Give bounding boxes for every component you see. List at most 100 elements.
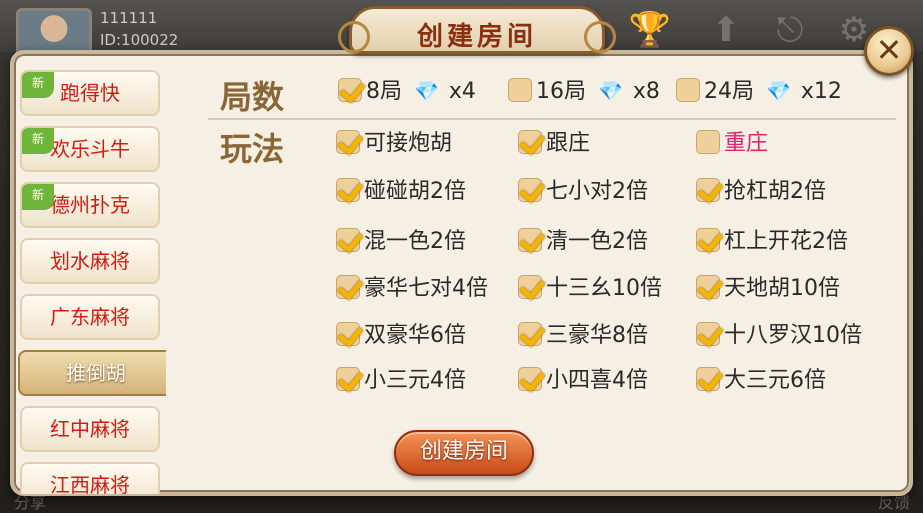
play-option-genzhuang[interactable]: 跟庄: [518, 129, 590, 159]
rounds-option-cost: x4: [448, 79, 476, 104]
play-option-label: 三豪华8倍: [546, 323, 648, 348]
checkbox-checked-icon: [338, 78, 362, 102]
new-badge: 新: [22, 128, 54, 154]
rounds-option-label: 24局: [704, 79, 754, 104]
close-icon: ✕: [875, 31, 903, 69]
checkbox-checked-icon: [336, 322, 360, 346]
play-option-label: 天地胡10倍: [724, 276, 840, 301]
checkbox-checked-icon: [336, 130, 360, 154]
diamond-icon: 💎: [598, 79, 623, 103]
new-badge: 新: [22, 72, 54, 98]
checkbox-checked-icon: [696, 322, 720, 346]
checkbox-checked-icon: [518, 130, 542, 154]
checkbox-checked-icon: [696, 275, 720, 299]
play-option-xiaosixi[interactable]: 小四喜4倍: [518, 366, 648, 396]
sidebar-item-label: 划水麻将: [50, 249, 130, 273]
play-option-shisanyao[interactable]: 十三幺10倍: [518, 274, 662, 304]
play-option-label: 小三元4倍: [364, 368, 466, 393]
sidebar-item-label: 推倒胡: [66, 361, 126, 385]
play-option-label: 抢杠胡2倍: [724, 179, 826, 204]
play-option-qiangganghu[interactable]: 抢杠胡2倍: [696, 177, 826, 207]
dialog-title-banner: 创建房间: [338, 6, 616, 54]
sidebar-item-hongzhong-mahjong[interactable]: 红中麻将: [20, 406, 160, 452]
play-option-label: 豪华七对4倍: [364, 276, 488, 301]
close-button[interactable]: ✕: [864, 26, 914, 76]
rounds-option-label: 16局: [536, 79, 586, 104]
rounds-option-24[interactable]: 24局 💎 x12: [676, 76, 842, 106]
checkbox-checked-icon: [696, 178, 720, 202]
sidebar-item-label: 广东麻将: [50, 305, 130, 329]
rounds-option-label: 8局: [366, 79, 402, 104]
play-option-tiandihu[interactable]: 天地胡10倍: [696, 274, 840, 304]
checkbox-unchecked-icon: [696, 130, 720, 154]
diamond-icon: 💎: [414, 79, 439, 103]
sidebar-item-paodekuai[interactable]: 跑得快 新: [20, 70, 160, 116]
user-name: 111111: [100, 9, 158, 27]
play-rules-label: 玩法: [220, 130, 285, 168]
play-option-jiepaohu[interactable]: 可接炮胡: [336, 129, 452, 159]
exit-icon[interactable]: ⎋: [768, 10, 812, 50]
trophy-icon[interactable]: 🏆: [628, 10, 672, 50]
sidebar-item-huashui-mahjong[interactable]: 划水麻将: [20, 238, 160, 284]
play-option-haohua-qidui[interactable]: 豪华七对4倍: [336, 274, 488, 304]
play-option-qingyise[interactable]: 清一色2倍: [518, 227, 648, 257]
sidebar-item-huanle-douniu[interactable]: 欢乐斗牛 新: [20, 126, 160, 172]
play-option-label: 双豪华6倍: [364, 323, 466, 348]
sidebar-item-texas-poker[interactable]: 德州扑克 新: [20, 182, 160, 228]
checkbox-checked-icon: [518, 367, 542, 391]
play-option-gangshangkaihua[interactable]: 杠上开花2倍: [696, 227, 848, 257]
play-option-label: 混一色2倍: [364, 229, 466, 254]
play-option-shuanghaohua[interactable]: 双豪华6倍: [336, 321, 466, 351]
rounds-option-16[interactable]: 16局 💎 x8: [508, 76, 660, 106]
rounds-option-cost: x8: [632, 79, 660, 104]
share-arrow-icon[interactable]: ⬆: [704, 10, 748, 50]
scroll-fade: [330, 402, 890, 418]
play-option-label: 重庄: [724, 131, 769, 156]
sidebar-item-tuidaohu[interactable]: 推倒胡: [18, 350, 166, 396]
checkbox-checked-icon: [336, 228, 360, 252]
checkbox-unchecked-icon: [508, 78, 532, 102]
rounds-label: 局数: [220, 78, 285, 116]
rounds-option-cost: x12: [800, 79, 842, 104]
play-option-shiba-luohan[interactable]: 十八罗汉10倍: [696, 321, 862, 351]
create-room-button[interactable]: 创建房间: [394, 430, 534, 476]
play-option-label: 碰碰胡2倍: [364, 179, 466, 204]
sidebar-item-jiangxi-mahjong[interactable]: 江西麻将: [20, 462, 160, 494]
checkbox-checked-icon: [518, 228, 542, 252]
play-option-label: 可接炮胡: [364, 131, 453, 156]
checkbox-checked-icon: [518, 178, 542, 202]
checkbox-checked-icon: [696, 367, 720, 391]
play-option-hunyise[interactable]: 混一色2倍: [336, 227, 466, 257]
new-badge: 新: [22, 184, 54, 210]
play-option-xiaosanyuan[interactable]: 小三元4倍: [336, 366, 466, 396]
play-option-label: 七小对2倍: [546, 179, 648, 204]
game-type-sidebar: 跑得快 新 欢乐斗牛 新 德州扑克 新 划水麻将 广东麻将 推倒胡 红中麻将 江…: [14, 64, 166, 494]
play-option-label: 杠上开花2倍: [724, 229, 848, 254]
sidebar-item-label: 跑得快: [60, 81, 120, 105]
play-option-label: 小四喜4倍: [546, 368, 648, 393]
sidebar-item-label: 红中麻将: [50, 417, 130, 441]
checkbox-checked-icon: [336, 178, 360, 202]
sidebar-item-guangdong-mahjong[interactable]: 广东麻将: [20, 294, 160, 340]
sidebar-item-label: 江西麻将: [50, 473, 130, 494]
play-option-label: 清一色2倍: [546, 229, 648, 254]
play-option-qixiaodui[interactable]: 七小对2倍: [518, 177, 648, 207]
checkbox-checked-icon: [696, 228, 720, 252]
play-option-label: 十八罗汉10倍: [724, 323, 862, 348]
diamond-icon: 💎: [766, 79, 791, 103]
user-id: ID:100022: [100, 31, 179, 49]
section-divider: [208, 118, 896, 120]
checkbox-checked-icon: [336, 275, 360, 299]
play-option-label: 十三幺10倍: [546, 276, 662, 301]
checkbox-unchecked-icon: [676, 78, 700, 102]
play-option-sanhaohua[interactable]: 三豪华8倍: [518, 321, 648, 351]
play-option-label: 大三元6倍: [724, 368, 826, 393]
play-option-dasanyuan[interactable]: 大三元6倍: [696, 366, 826, 396]
checkbox-checked-icon: [518, 275, 542, 299]
sidebar-item-label: 欢乐斗牛: [50, 137, 130, 161]
rounds-option-8[interactable]: 8局 💎 x4: [338, 76, 476, 106]
play-option-pengpenghu[interactable]: 碰碰胡2倍: [336, 177, 466, 207]
checkbox-checked-icon: [518, 322, 542, 346]
play-option-chongzhuang[interactable]: 重庄: [696, 129, 768, 159]
checkbox-checked-icon: [336, 367, 360, 391]
